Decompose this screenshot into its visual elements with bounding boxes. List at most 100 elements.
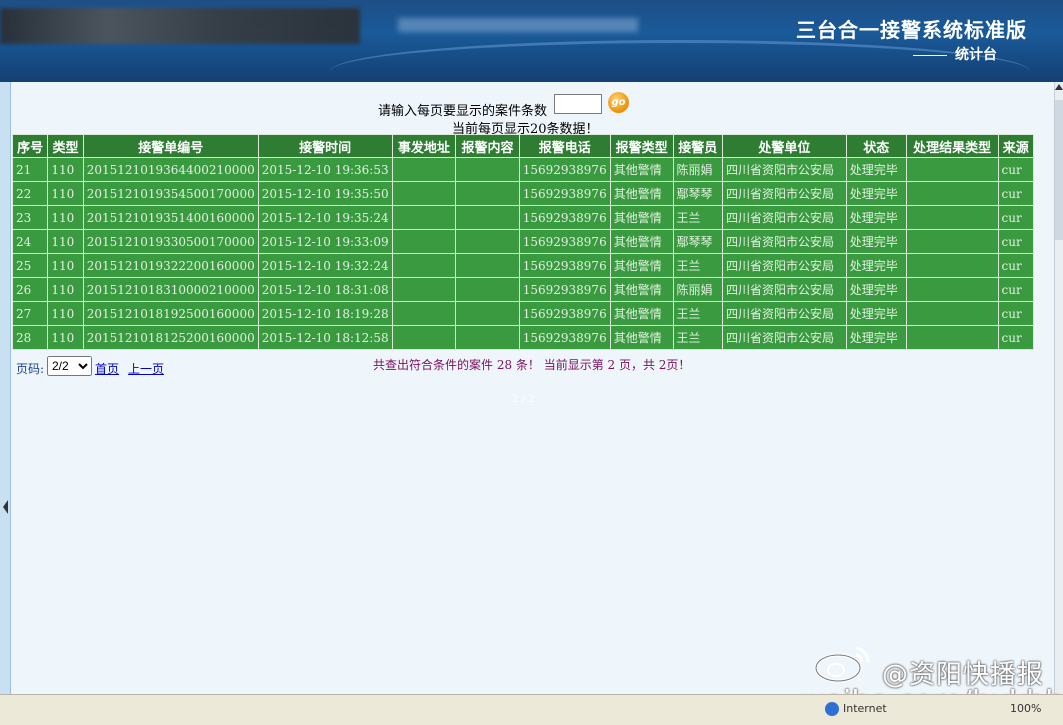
table-row[interactable]: 25 110 2015121019322200160000 2015-12-10 19… xyxy=(11,253,1035,278)
table-cell: 2015121019330500170000 xyxy=(82,229,259,254)
table-cell: 四川省资阳市公安局 xyxy=(721,157,847,182)
table-cell xyxy=(455,301,520,326)
table-cell: cur xyxy=(997,325,1035,350)
go-button[interactable]: go xyxy=(608,92,629,113)
table-cell: 2015-12-10 18:12:58 xyxy=(257,325,393,350)
first-page-link[interactable]: 首页 xyxy=(95,360,119,377)
browser-status-bar: Internet 100% xyxy=(0,694,1063,725)
table-cell: 陈丽娟 xyxy=(672,157,723,182)
table-header-row: 序号 类型 接警单编号 接警时间 事发地址 报警内容 报警电话 报警类型 接警员 处警单位 状态 处理… xyxy=(11,134,1035,158)
page-size-input[interactable] xyxy=(554,94,602,114)
table-cell: 处理完毕 xyxy=(845,253,907,278)
table-row[interactable]: 24 110 2015121019330500170000 2015-12-10 19… xyxy=(11,229,1035,254)
table-row[interactable]: 28 110 2015121018125200160000 2015-12-10 18… xyxy=(11,325,1035,350)
table-cell: 其他警情 xyxy=(609,181,674,206)
faint-page-indicator: 2 / 2 xyxy=(512,394,535,405)
table-cell: cur xyxy=(997,205,1035,230)
table-cell: 2015-12-10 18:19:28 xyxy=(257,301,393,326)
page-select[interactable]: 2/2 xyxy=(47,356,92,376)
table-cell: 处理完毕 xyxy=(845,205,907,230)
table-cell xyxy=(905,157,999,182)
table-cell: 2015-12-10 18:31:08 xyxy=(257,277,393,302)
table-cell: 四川省资阳市公安局 xyxy=(721,181,847,206)
table-cell: 鄢琴琴 xyxy=(672,229,723,254)
column-header: 序号 xyxy=(11,134,49,158)
table-cell: 处理完毕 xyxy=(845,229,907,254)
table-cell: 王兰 xyxy=(672,325,723,350)
collapse-arrow-icon[interactable] xyxy=(3,500,8,514)
blurred-logo-area xyxy=(0,8,360,44)
column-header: 状态 xyxy=(845,134,907,158)
column-header: 接警时间 xyxy=(257,134,393,158)
table-cell: 2015121019354500170000 xyxy=(82,181,259,206)
table-cell: 其他警情 xyxy=(609,253,674,278)
column-header: 处警单位 xyxy=(721,134,847,158)
column-header: 接警单编号 xyxy=(82,134,259,158)
page-label: 页码: xyxy=(16,362,45,376)
case-table: 序号 类型 接警单编号 接警时间 事发地址 报警内容 报警电话 报警类型 接警员 处警单位 状态 处理… xyxy=(11,134,1035,350)
table-cell: 2015121019364400210000 xyxy=(82,157,259,182)
table-cell: 110 xyxy=(47,181,84,206)
table-cell: 22 xyxy=(11,181,49,206)
table-cell: cur xyxy=(997,277,1035,302)
table-cell: 2015-12-10 19:35:24 xyxy=(257,205,393,230)
table-cell: 2015-12-10 19:35:50 xyxy=(257,181,393,206)
table-cell: cur xyxy=(997,301,1035,326)
table-cell: 2015-12-10 19:33:09 xyxy=(257,229,393,254)
table-cell: 24 xyxy=(11,229,49,254)
table-row[interactable]: 22 110 2015121019354500170000 2015-12-10 19… xyxy=(11,181,1035,206)
table-cell: 其他警情 xyxy=(609,157,674,182)
subtitle-text: 统计台 xyxy=(955,47,997,63)
table-cell: 15692938976 xyxy=(518,181,611,206)
table-cell: 21 xyxy=(11,157,49,182)
scroll-up-icon[interactable] xyxy=(1055,84,1063,90)
table-cell: 其他警情 xyxy=(609,325,674,350)
table-cell xyxy=(455,277,520,302)
table-cell xyxy=(905,325,999,350)
table-cell xyxy=(455,205,520,230)
column-header: 接警员 xyxy=(672,134,723,158)
table-row[interactable]: 27 110 2015121018192500160000 2015-12-10 18… xyxy=(11,301,1035,326)
table-cell: 23 xyxy=(11,205,49,230)
scrollbar-thumb[interactable] xyxy=(1055,100,1063,240)
table-cell: 四川省资阳市公安局 xyxy=(721,229,847,254)
table-cell: 王兰 xyxy=(672,205,723,230)
table-cell xyxy=(455,229,520,254)
table-cell xyxy=(455,181,520,206)
table-cell: 110 xyxy=(47,301,84,326)
table-cell: 110 xyxy=(47,157,84,182)
table-cell: 处理完毕 xyxy=(845,277,907,302)
table-cell: 15692938976 xyxy=(518,253,611,278)
security-zone-label: Internet xyxy=(843,702,887,715)
table-cell xyxy=(391,325,457,350)
table-cell xyxy=(905,181,999,206)
table-cell xyxy=(391,205,457,230)
table-cell: 25 xyxy=(11,253,49,278)
table-cell: 处理完毕 xyxy=(845,181,907,206)
table-cell: 2015121019351400160000 xyxy=(82,205,259,230)
table-cell: 2015121018125200160000 xyxy=(82,325,259,350)
table-cell xyxy=(391,157,457,182)
column-header: 报警电话 xyxy=(518,134,611,158)
table-row[interactable]: 26 110 2015121018310000210000 2015-12-10 18… xyxy=(11,277,1035,302)
table-cell: 110 xyxy=(47,205,84,230)
table-cell: 27 xyxy=(11,301,49,326)
blurred-header-text xyxy=(398,18,638,32)
internet-zone-icon xyxy=(825,702,839,716)
result-summary: 共查出符合条件的案件 28 条！ 当前显示第 2 页，共 2页！ xyxy=(373,358,691,372)
table-cell: 15692938976 xyxy=(518,325,611,350)
column-header: 报警类型 xyxy=(609,134,674,158)
table-cell: 15692938976 xyxy=(518,157,611,182)
table-cell: 处理完毕 xyxy=(845,301,907,326)
vertical-scrollbar[interactable] xyxy=(1054,82,1063,694)
table-row[interactable]: 21 110 2015121019364400210000 2015-12-10 19… xyxy=(11,157,1035,182)
table-row[interactable]: 23 110 2015121019351400160000 2015-12-10 19… xyxy=(11,205,1035,230)
table-cell xyxy=(905,205,999,230)
table-cell: 其他警情 xyxy=(609,301,674,326)
zoom-level[interactable]: 100% xyxy=(1010,702,1041,715)
table-cell: 四川省资阳市公安局 xyxy=(721,253,847,278)
prev-page-link[interactable]: 上一页 xyxy=(128,360,164,377)
left-frame-splitter[interactable] xyxy=(0,82,11,694)
table-cell: 其他警情 xyxy=(609,277,674,302)
table-cell: 15692938976 xyxy=(518,301,611,326)
